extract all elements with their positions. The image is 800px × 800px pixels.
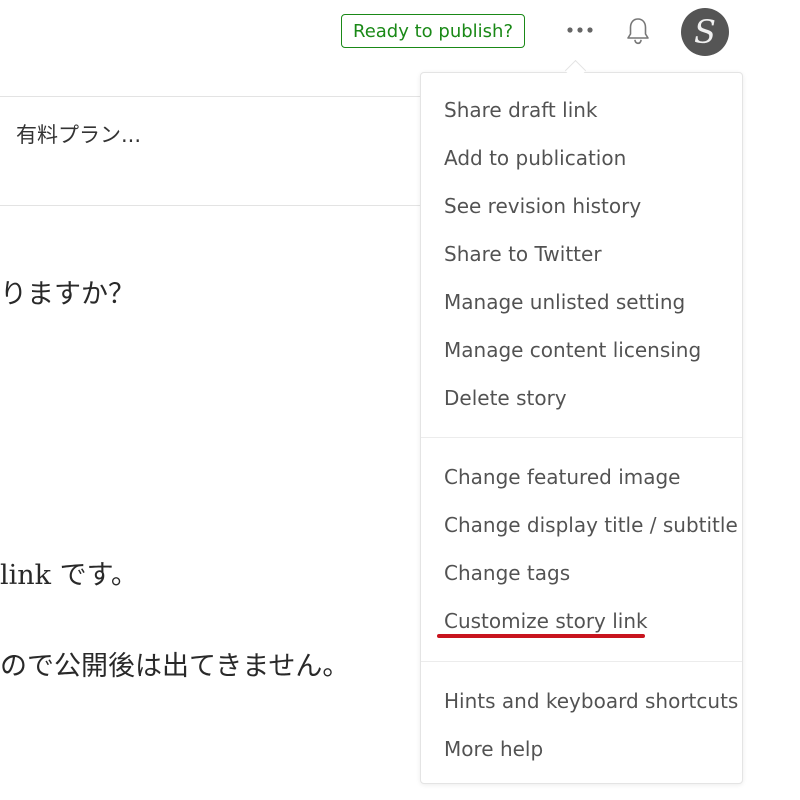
menu-item-share-to-twitter[interactable]: Share to Twitter <box>444 241 602 267</box>
story-options-menu: Share draft link Add to publication See … <box>420 72 743 784</box>
more-options-icon[interactable] <box>566 20 594 40</box>
menu-item-manage-content-licensing[interactable]: Manage content licensing <box>444 337 701 363</box>
user-avatar[interactable]: S <box>681 8 729 56</box>
menu-item-share-draft-link[interactable]: Share draft link <box>444 97 598 123</box>
menu-divider <box>421 437 742 438</box>
embedded-link-card[interactable]: 有料プラン... <box>0 96 430 206</box>
menu-item-change-tags[interactable]: Change tags <box>444 560 570 586</box>
ready-to-publish-button[interactable]: Ready to publish? <box>341 14 525 48</box>
menu-item-change-featured-image[interactable]: Change featured image <box>444 464 680 490</box>
editor-text-line: link です。 <box>0 560 138 591</box>
card-title: 有料プラン... <box>16 123 142 147</box>
notifications-bell-icon[interactable] <box>624 16 652 46</box>
menu-item-add-to-publication[interactable]: Add to publication <box>444 145 626 171</box>
menu-item-more-help[interactable]: More help <box>444 736 543 762</box>
menu-item-delete-story[interactable]: Delete story <box>444 385 567 411</box>
editor-text-line: ので公開後は出てきません。 <box>0 651 350 682</box>
highlight-underline <box>437 634 645 638</box>
menu-divider <box>421 661 742 662</box>
editor-text-line: りますか？ <box>0 279 135 310</box>
menu-item-change-display-title[interactable]: Change display title / subtitle <box>444 512 738 538</box>
page: Ready to publish? S 有料プラン... りますか？ link … <box>0 0 800 800</box>
menu-item-hints-keyboard-shortcuts[interactable]: Hints and keyboard shortcuts <box>444 688 738 714</box>
menu-item-customize-story-link[interactable]: Customize story link <box>444 608 648 634</box>
menu-item-see-revision-history[interactable]: See revision history <box>444 193 641 219</box>
menu-item-manage-unlisted-setting[interactable]: Manage unlisted setting <box>444 289 685 315</box>
